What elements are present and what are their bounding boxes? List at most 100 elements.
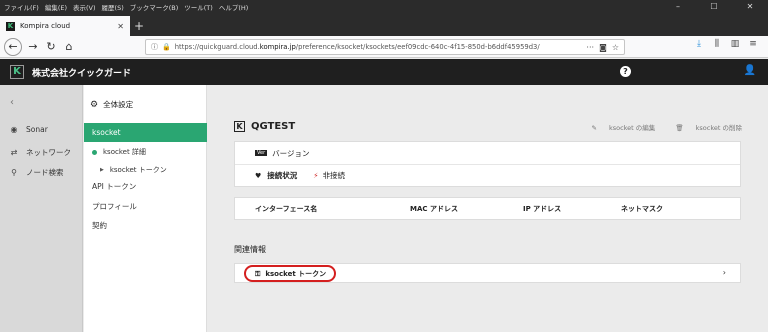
- settings-item-contract[interactable]: 契約: [92, 220, 107, 231]
- ksocket-logo-icon: K: [234, 121, 245, 132]
- library-icon[interactable]: ⫼: [708, 39, 726, 49]
- help-icon[interactable]: ?: [620, 66, 631, 77]
- pocket-icon[interactable]: ◙: [599, 43, 607, 52]
- status-value: 非接続: [322, 171, 346, 180]
- info-icon[interactable]: ⓘ: [151, 42, 158, 52]
- kompira-logo-icon[interactable]: K: [10, 65, 24, 79]
- minimize-icon[interactable]: –: [660, 0, 696, 14]
- kompira-favicon-icon: K: [6, 21, 15, 31]
- column-interface-name: インターフェース名: [255, 205, 318, 213]
- status-row: ♥ 接続状況 ⚡ 非接続: [235, 164, 740, 186]
- edit-ksocket-link[interactable]: ✎ ksocket の編集: [581, 122, 655, 132]
- trash-icon: 🗑: [675, 124, 686, 132]
- company-name: 株式会社クイックガード: [32, 68, 132, 79]
- tab-title: Kompira cloud: [20, 22, 71, 30]
- ksocket-token-row[interactable]: ⚿ ksocket トークン ›: [234, 263, 741, 283]
- menu-history[interactable]: 履歴(S): [102, 2, 124, 12]
- back-icon[interactable]: ←: [4, 37, 22, 56]
- subitem-label: ksocket トークン: [109, 166, 167, 174]
- url-path: /preference/ksocket/ksockets/eef09cdc-64…: [295, 43, 540, 51]
- sidebar-item-sonar[interactable]: ◉ Sonar: [8, 125, 48, 134]
- close-window-icon[interactable]: ✕: [732, 0, 768, 14]
- url-text[interactable]: https://quickguard.cloud.kompira.jp/pref…: [175, 43, 587, 51]
- toolbar-right: ⤓ ⫼ ▥ ≡: [690, 39, 762, 49]
- settings-header: ⚙ 全体設定: [90, 99, 133, 110]
- reload-icon[interactable]: ↻: [42, 40, 60, 53]
- window-titlebar: ファイル(F) 編集(E) 表示(V) 履歴(S) ブックマーク(B) ツール(…: [0, 0, 768, 14]
- menu-help[interactable]: ヘルプ(H): [219, 2, 248, 12]
- column-netmask: ネットマスク: [621, 205, 663, 213]
- gear-icon: ⚙: [90, 99, 99, 110]
- menu-bar: ファイル(F) 編集(E) 表示(V) 履歴(S) ブックマーク(B) ツール(…: [0, 2, 254, 12]
- collapse-icon[interactable]: ‹: [10, 97, 14, 108]
- column-ip-address: IP アドレス: [523, 205, 562, 213]
- related-info-title: 関連情報: [234, 245, 266, 254]
- more-actions-icon[interactable]: ···: [586, 43, 594, 52]
- main-sidebar: ‹ ◉ Sonar ⇄ ネットワーク ⚲ ノード検索: [0, 85, 83, 332]
- sonar-icon: ◉: [10, 125, 18, 134]
- menu-file[interactable]: ファイル(F): [4, 2, 39, 12]
- menu-view[interactable]: 表示(V): [73, 2, 96, 12]
- new-tab-icon[interactable]: +: [134, 16, 144, 36]
- menu-edit[interactable]: 編集(E): [45, 2, 67, 12]
- page-actions: ✎ ksocket の編集 🗑 ksocket の削除: [571, 122, 742, 132]
- url-prefix: https://quickguard.cloud.: [174, 43, 260, 51]
- lock-icon[interactable]: 🔒: [162, 43, 171, 51]
- bookmark-star-icon[interactable]: ☆: [612, 43, 619, 52]
- version-row: Ver バージョン: [235, 142, 740, 164]
- settings-subitem-detail[interactable]: ksocket 詳細: [92, 147, 146, 157]
- home-icon[interactable]: ⌂: [60, 40, 78, 53]
- browser-tab[interactable]: K Kompira cloud ✕: [0, 16, 130, 36]
- settings-item-api-token[interactable]: API トークン: [92, 181, 136, 192]
- ksocket-token-link[interactable]: ⚿ ksocket トークン: [255, 269, 326, 279]
- url-domain: kompira.jp: [259, 43, 296, 51]
- settings-item-ksocket[interactable]: ksocket: [84, 123, 207, 142]
- download-icon[interactable]: ⤓: [690, 39, 708, 49]
- sidebar-item-node-search[interactable]: ⚲ ノード検索: [8, 167, 64, 178]
- tab-strip: K Kompira cloud ✕ +: [0, 14, 768, 36]
- triangle-right-icon: ▶: [100, 167, 104, 173]
- window-controls: – ☐ ✕: [660, 0, 768, 14]
- network-icon: ⇄: [10, 148, 18, 157]
- active-dot-icon: [92, 149, 97, 155]
- main-content: K QGTEST ✎ ksocket の編集 🗑 ksocket の削除 Ver…: [208, 85, 768, 332]
- page-title: K QGTEST: [234, 121, 295, 132]
- forward-icon[interactable]: →: [24, 40, 42, 53]
- key-icon: ⚿: [255, 269, 261, 278]
- settings-sidebar: ⚙ 全体設定 ksocket ksocket 詳細 ▶ ksocket トークン…: [84, 85, 207, 332]
- url-bar[interactable]: ⓘ 🔒 https://quickguard.cloud.kompira.jp/…: [145, 39, 625, 55]
- hamburger-menu-icon[interactable]: ≡: [744, 39, 762, 49]
- page-title-text: QGTEST: [251, 121, 296, 132]
- sidebar-item-label: ノード検索: [26, 168, 64, 177]
- status-label: 接続状況: [267, 171, 298, 180]
- delete-label: ksocket の削除: [695, 124, 742, 132]
- token-label: ksocket トークン: [265, 270, 327, 278]
- app-header: K 株式会社クイックガード ? 👤: [0, 59, 768, 85]
- chevron-right-icon[interactable]: ›: [723, 268, 726, 277]
- version-label: バージョン: [272, 148, 310, 158]
- heartbeat-icon: ♥: [255, 171, 262, 180]
- pencil-icon: ✎: [591, 124, 599, 132]
- sidebar-toggle-icon[interactable]: ▥: [726, 39, 744, 49]
- search-icon: ⚲: [11, 168, 17, 177]
- menu-bookmarks[interactable]: ブックマーク(B): [130, 2, 179, 12]
- interface-table: インターフェース名 MAC アドレス IP アドレス ネットマスク: [234, 197, 741, 220]
- sidebar-item-label: ネットワーク: [26, 148, 71, 157]
- version-badge: Ver: [255, 150, 268, 156]
- settings-header-label: 全体設定: [103, 100, 134, 109]
- nav-bar: ← → ↻ ⌂ ⓘ 🔒 https://quickguard.cloud.kom…: [0, 36, 768, 58]
- subitem-label: ksocket 詳細: [103, 148, 146, 156]
- column-mac-address: MAC アドレス: [410, 205, 458, 213]
- sidebar-item-network[interactable]: ⇄ ネットワーク: [8, 147, 71, 158]
- close-tab-icon[interactable]: ✕: [117, 22, 124, 31]
- settings-item-profile[interactable]: プロフィール: [92, 201, 137, 212]
- settings-subitem-token[interactable]: ▶ ksocket トークン: [100, 165, 167, 175]
- menu-tools[interactable]: ツール(T): [184, 2, 213, 12]
- maximize-icon[interactable]: ☐: [696, 0, 732, 14]
- delete-ksocket-link[interactable]: 🗑 ksocket の削除: [665, 122, 742, 132]
- user-icon[interactable]: 👤: [744, 65, 756, 76]
- table-header: インターフェース名 MAC アドレス IP アドレス ネットマスク: [235, 198, 740, 220]
- edit-label: ksocket の編集: [608, 124, 656, 132]
- info-card: Ver バージョン ♥ 接続状況 ⚡ 非接続: [234, 141, 741, 187]
- disconnected-icon: ⚡: [313, 171, 319, 180]
